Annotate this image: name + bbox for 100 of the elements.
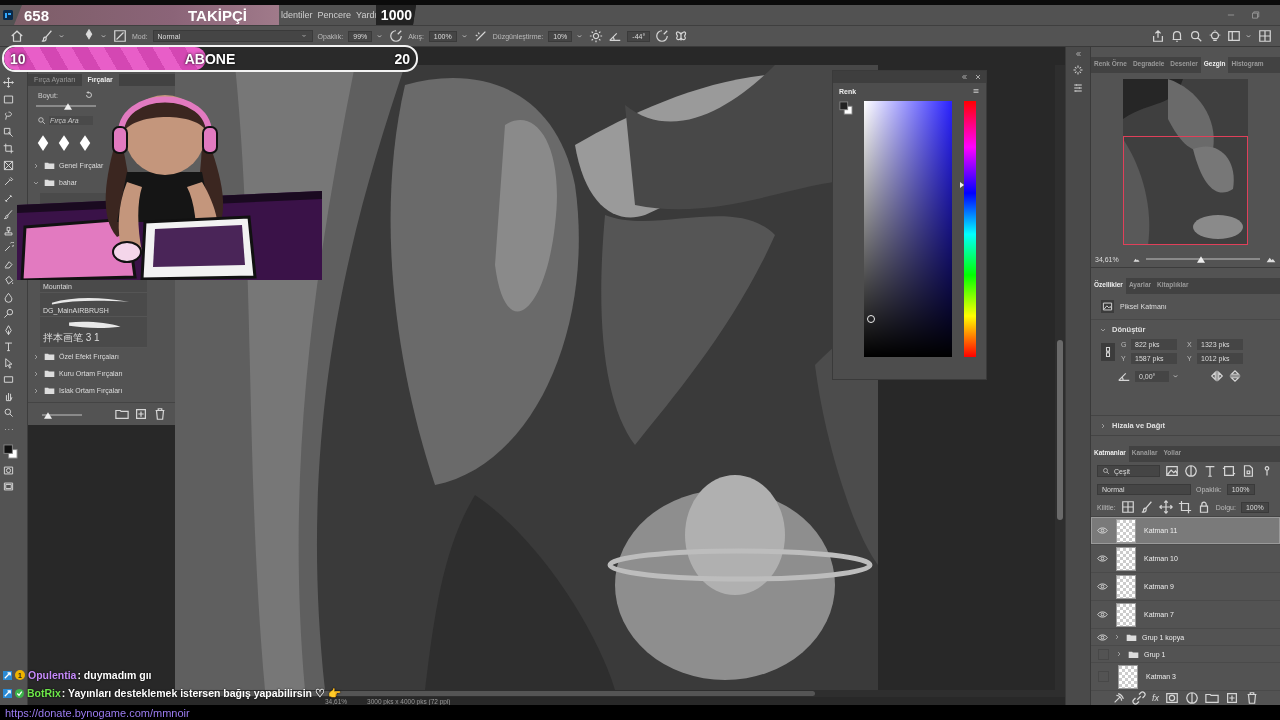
subscriber-count: 10 — [9, 50, 27, 67]
flip-vertical-icon[interactable] — [1228, 369, 1242, 383]
color-swatch-icon[interactable] — [3, 444, 18, 459]
search-icon[interactable] — [1189, 29, 1203, 43]
trash-icon[interactable] — [153, 407, 167, 421]
lock-transparency-icon[interactable] — [1120, 500, 1135, 514]
lightbulb-icon[interactable] — [1208, 29, 1222, 43]
healing-brush-icon[interactable] — [3, 192, 14, 204]
brush-settings-icon[interactable] — [113, 29, 127, 43]
lasso-icon[interactable] — [3, 110, 14, 121]
sparkle-icon[interactable] — [1072, 64, 1084, 76]
type-icon[interactable] — [3, 341, 14, 352]
add-mask-icon[interactable] — [1165, 691, 1179, 705]
object-select-icon[interactable] — [3, 126, 14, 138]
new-brush-icon[interactable] — [134, 407, 148, 421]
arrange-icon[interactable] — [1258, 29, 1272, 43]
smart-object-filter-icon[interactable] — [1241, 464, 1255, 478]
visibility-eye-icon[interactable] — [1097, 581, 1108, 592]
chevron-icon[interactable] — [1115, 650, 1123, 658]
quick-mask-icon[interactable] — [3, 464, 14, 476]
brush-tip-icon[interactable] — [36, 133, 50, 153]
visibility-eye-icon[interactable] — [1097, 609, 1108, 620]
visibility-eye-icon[interactable] — [1097, 553, 1108, 564]
rectangle-icon[interactable] — [3, 374, 14, 385]
menu-item[interactable]: Yardı — [356, 10, 377, 20]
frame-icon[interactable] — [3, 159, 14, 171]
slider-thumb[interactable] — [44, 412, 52, 419]
new-layer-icon[interactable] — [1225, 691, 1239, 705]
image-filter-icon[interactable] — [1165, 464, 1179, 478]
move-icon[interactable] — [3, 77, 14, 88]
link-layers-icon[interactable] — [1132, 691, 1146, 705]
slider-thumb[interactable] — [1196, 256, 1205, 263]
new-group-icon[interactable] — [115, 407, 129, 421]
lock-position-icon[interactable] — [1158, 500, 1173, 514]
stamp-icon[interactable] — [3, 225, 14, 237]
eyedropper-icon[interactable] — [3, 176, 14, 187]
reset-icon[interactable] — [83, 90, 94, 100]
color-swatch-icon[interactable] — [839, 101, 853, 115]
trash-icon[interactable] — [1245, 691, 1259, 705]
pressure-size-icon[interactable] — [655, 29, 670, 43]
brush-tip-icon[interactable] — [57, 133, 71, 153]
chevron-icon[interactable] — [1113, 633, 1121, 641]
dodge-icon[interactable] — [3, 308, 14, 319]
adjustment-layer-icon[interactable] — [1185, 691, 1199, 705]
preview-size-slider[interactable] — [42, 411, 82, 419]
brush-icon[interactable] — [3, 209, 14, 220]
menu-item[interactable]: Pencere — [317, 10, 352, 20]
restore-icon[interactable] — [1250, 10, 1260, 20]
color-field[interactable] — [863, 101, 953, 357]
zoom-icon[interactable] — [3, 407, 14, 418]
slider-thumb[interactable] — [63, 103, 72, 110]
eraser-icon[interactable] — [3, 258, 14, 270]
chevron-icon[interactable] — [32, 386, 40, 395]
hand-icon[interactable] — [3, 390, 14, 402]
sliders-icon[interactable] — [1072, 82, 1084, 94]
pressure-opacity-icon[interactable] — [389, 29, 404, 43]
crop-icon[interactable] — [3, 143, 14, 154]
folder-icon — [44, 368, 55, 379]
layer-style-button[interactable]: fx — [1152, 693, 1159, 703]
chevron-icon[interactable] — [32, 369, 40, 378]
workspace-icon[interactable] — [1227, 29, 1241, 43]
chevron-icon[interactable] — [32, 161, 40, 170]
airbrush-icon[interactable] — [473, 29, 488, 43]
screen-mode-icon[interactable] — [3, 481, 14, 492]
pen-icon[interactable] — [3, 324, 14, 336]
brush-preset[interactable]: 拌本画笔 3 1 — [40, 317, 147, 348]
menu-item[interactable]: ldentiler — [281, 10, 313, 20]
bell-icon[interactable] — [1170, 29, 1184, 43]
image-icon[interactable] — [1101, 300, 1114, 313]
hue-slider-thumb[interactable] — [960, 182, 965, 189]
caret-icon — [299, 32, 308, 40]
symmetry-icon[interactable] — [674, 29, 689, 43]
bucket-icon[interactable] — [3, 275, 14, 286]
chevron-icon[interactable] — [32, 352, 40, 361]
share-icon[interactable] — [1151, 29, 1165, 43]
close-icon[interactable] — [974, 73, 982, 81]
history-brush-icon[interactable] — [3, 242, 14, 253]
home-icon[interactable] — [10, 29, 24, 43]
menu-icon[interactable] — [972, 87, 980, 95]
follower-label: TAKİPÇİ — [188, 6, 247, 24]
donate-link[interactable]: https://donate.bynogame.com/mmnoir — [5, 706, 190, 719]
flip-horizontal-icon[interactable] — [1210, 369, 1224, 383]
folder-icon — [44, 351, 55, 362]
brush-icon[interactable] — [40, 29, 54, 43]
lock-artboard-icon[interactable] — [1177, 500, 1192, 514]
layer-thumbnail — [1116, 602, 1136, 627]
shape-filter-icon[interactable] — [1222, 464, 1236, 478]
adjustment-filter-icon[interactable] — [1184, 464, 1198, 478]
blur-icon[interactable] — [3, 291, 14, 303]
new-group-icon[interactable] — [1205, 691, 1219, 705]
brush-tip-icon[interactable] — [78, 133, 92, 153]
viewport-frame[interactable] — [1123, 136, 1248, 245]
marquee-icon[interactable] — [3, 93, 14, 105]
lock-pixels-icon[interactable] — [1139, 500, 1154, 514]
type-filter-icon[interactable] — [1203, 464, 1217, 478]
path-select-icon[interactable] — [3, 357, 14, 369]
link-dimensions-icon[interactable] — [1101, 342, 1115, 361]
visibility-eye-icon[interactable] — [1097, 631, 1108, 643]
settings-icon[interactable] — [589, 29, 604, 43]
chevron-icon[interactable] — [1099, 421, 1107, 430]
